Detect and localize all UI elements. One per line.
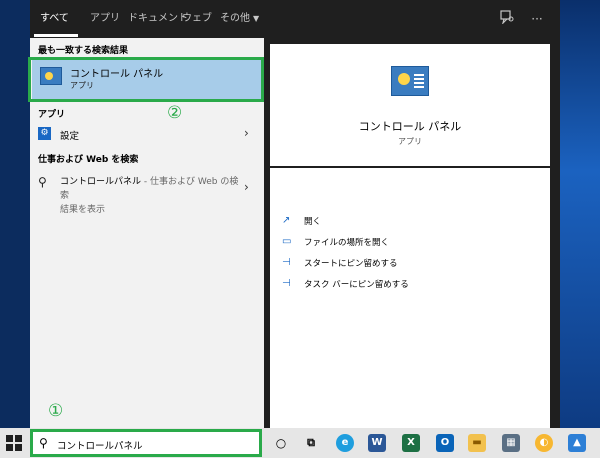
control-panel-large-icon	[391, 66, 429, 96]
results-list: 最も一致する検索結果 コントロール パネル アプリ アプリ ⚙ 設定 › 仕事お…	[30, 38, 264, 428]
windows-logo-tile	[15, 444, 22, 451]
more-options-glyph: ···	[531, 12, 543, 26]
best-match-heading: 最も一致する検索結果	[38, 46, 129, 56]
web-search-heading: 仕事および Web を検索	[38, 155, 139, 165]
outlook-icon[interactable]: O	[436, 434, 454, 452]
action-open[interactable]: ↗ 開く	[282, 214, 532, 230]
action-pin-to-start[interactable]: ⊣ スタートにピン留めする	[282, 256, 532, 272]
tab-apps-label: アプリ	[90, 13, 120, 24]
calculator-icon[interactable]: ▦	[502, 434, 520, 452]
open-icon: ↗	[282, 215, 291, 226]
windows-logo-tile	[6, 444, 13, 451]
preview-actions: ↗ 開く ▭ ファイルの場所を開く ⊣ スタートにピン留めする ⊣ タスク バー…	[270, 168, 550, 428]
gear-icon: ⚙	[38, 127, 51, 140]
cortana-icon[interactable]: ○	[272, 434, 290, 452]
tab-more-label: その他	[220, 13, 250, 24]
desktop-right-strip	[560, 0, 600, 428]
excel-icon[interactable]: X	[402, 434, 420, 452]
word-icon[interactable]: W	[368, 434, 386, 452]
app-result-settings[interactable]: ⚙ 設定 ›	[32, 123, 264, 145]
photos-icon[interactable]: ▲	[568, 434, 586, 452]
tab-apps[interactable]: アプリ	[90, 0, 120, 38]
web-search-text: コントロールパネル - 仕事および Web の検索 結果を表示	[60, 175, 240, 217]
best-match-result[interactable]: コントロール パネル アプリ	[32, 58, 264, 102]
folder-icon: ▭	[282, 236, 292, 247]
pin-icon: ⊣	[282, 257, 291, 268]
pin-icon: ⊣	[282, 278, 291, 289]
tab-web[interactable]: ウェブ	[182, 0, 212, 38]
active-tab-underline	[34, 34, 78, 37]
chevron-right-icon[interactable]: ›	[244, 180, 249, 194]
chevron-down-icon: ▼	[253, 14, 260, 23]
preview-header: コントロール パネル アプリ	[270, 44, 550, 166]
search-icon: ⚲	[38, 175, 47, 189]
tab-web-label: ウェブ	[182, 13, 212, 24]
search-icon: ⚲	[39, 436, 48, 450]
action-pin-to-start-label: スタートにピン留めする	[304, 259, 398, 269]
web-search-result[interactable]: ⚲ コントロールパネル - 仕事および Web の検索 結果を表示 ›	[32, 172, 264, 215]
best-match-subtitle: アプリ	[70, 81, 94, 90]
web-search-hint-2: 結果を表示	[60, 205, 106, 215]
feedback-icon-svg	[500, 10, 514, 25]
windows-logo-tile	[6, 435, 13, 442]
chevron-right-icon[interactable]: ›	[244, 126, 249, 140]
search-panel: すべて アプリ ドキュメント ウェブ その他 ▼ ··· 最も一致する検索結果 コ…	[30, 0, 560, 428]
action-pin-to-taskbar-label: タスク バーにピン留めする	[304, 280, 409, 290]
start-button[interactable]	[6, 435, 22, 451]
annotation-one: ①	[48, 401, 64, 421]
action-pin-to-taskbar[interactable]: ⊣ タスク バーにピン留めする	[282, 277, 532, 293]
search-tabs: すべて アプリ ドキュメント ウェブ その他 ▼ ···	[30, 0, 560, 38]
apps-heading: アプリ	[38, 110, 66, 120]
edge-icon[interactable]: e	[336, 434, 354, 452]
tab-documents[interactable]: ドキュメント	[128, 0, 188, 38]
preview-subtitle: アプリ	[398, 137, 422, 146]
taskbar-search-box[interactable]: ⚲	[30, 429, 262, 457]
preview-title: コントロール パネル	[358, 120, 462, 133]
tab-all-label: すべて	[40, 13, 69, 24]
action-open-label: 開く	[304, 217, 322, 227]
tab-all[interactable]: すべて	[40, 0, 69, 38]
control-panel-icon	[40, 67, 62, 85]
web-search-query: コントロールパネル	[60, 177, 142, 187]
annotation-two: ②	[167, 103, 183, 123]
preview-pane: コントロール パネル アプリ ↗ 開く ▭ ファイルの場所を開く ⊣ スタートに…	[268, 38, 560, 428]
taskbar: ⚲ ○ ⧉ e W X O ▬ ▦ ◐ ▲	[0, 428, 600, 458]
action-open-file-location[interactable]: ▭ ファイルの場所を開く	[282, 235, 532, 251]
tab-more[interactable]: その他 ▼	[220, 0, 259, 38]
app-result-label: 設定	[60, 131, 80, 142]
task-view-icon[interactable]: ⧉	[302, 434, 320, 452]
best-match-title: コントロール パネル	[70, 69, 164, 80]
feedback-icon[interactable]	[498, 10, 516, 28]
chrome-canary-icon[interactable]: ◐	[535, 434, 553, 452]
windows-logo-tile	[15, 435, 22, 442]
action-open-file-location-label: ファイルの場所を開く	[304, 238, 390, 248]
desktop-left-strip	[0, 0, 30, 428]
search-input[interactable]	[57, 437, 247, 453]
file-explorer-icon[interactable]: ▬	[468, 434, 486, 452]
tab-documents-label: ドキュメント	[128, 13, 188, 24]
more-options-icon[interactable]: ···	[528, 10, 546, 28]
